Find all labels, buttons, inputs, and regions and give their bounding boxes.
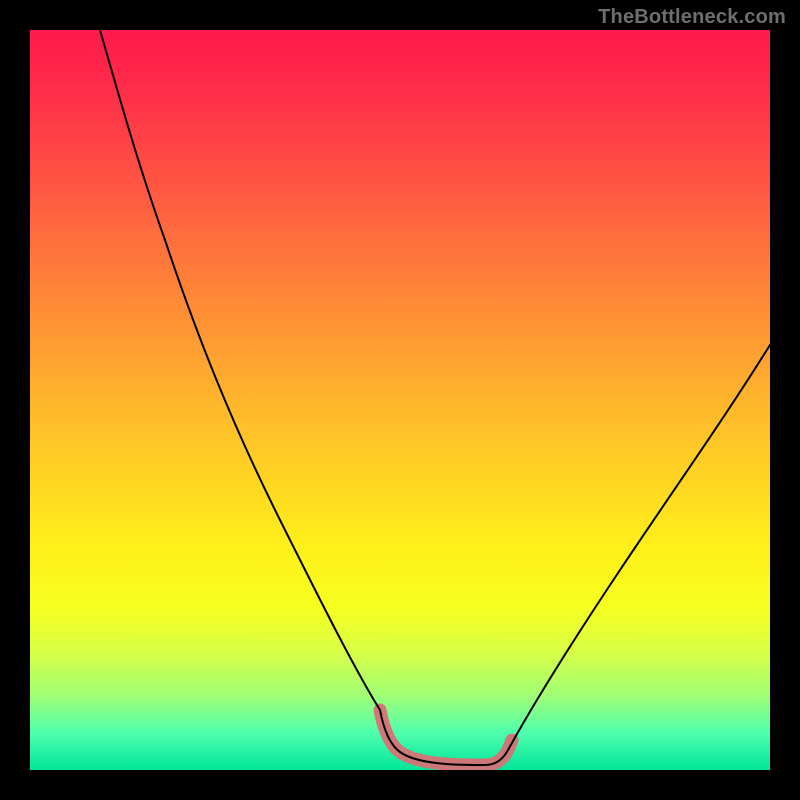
chart-svg [30,30,770,770]
watermark-text: TheBottleneck.com [598,6,786,29]
plot-area [30,30,770,770]
curve-highlight [380,710,512,765]
chart-frame: TheBottleneck.com [0,0,800,800]
bottleneck-curve [100,30,770,765]
